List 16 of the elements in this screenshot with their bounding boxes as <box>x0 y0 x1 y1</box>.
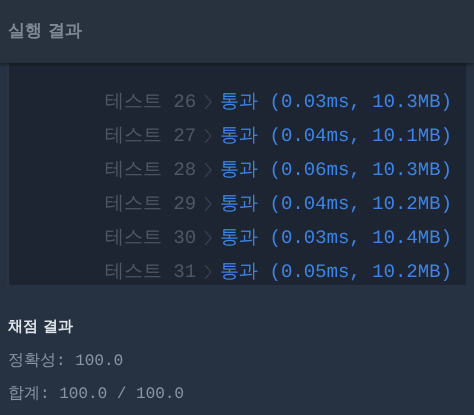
test-result: 통과 (0.03ms, 10.3MB) <box>220 90 452 115</box>
test-result: 통과 (0.04ms, 10.1MB) <box>220 124 452 149</box>
score-line: 합계: 100.0 / 100.0 <box>8 384 186 404</box>
test-result: 통과 (0.03ms, 10.4MB) <box>220 226 452 251</box>
chevron-icon <box>204 264 212 280</box>
section-title: 채점 결과 <box>8 316 74 337</box>
chevron-icon <box>204 94 212 110</box>
panel-title: 실행 결과 <box>8 20 82 43</box>
chevron-icon <box>204 128 212 144</box>
test-result: 통과 (0.06ms, 10.3MB) <box>220 158 452 183</box>
score-line: 정확성: 100.0 <box>8 350 124 372</box>
chevron-icon <box>204 196 212 212</box>
chevron-icon <box>204 230 212 246</box>
test-result: 통과 (0.04ms, 10.2MB) <box>220 192 452 217</box>
test-result: 통과 (0.05ms, 10.2MB) <box>220 260 452 285</box>
chevron-icon <box>204 162 212 178</box>
